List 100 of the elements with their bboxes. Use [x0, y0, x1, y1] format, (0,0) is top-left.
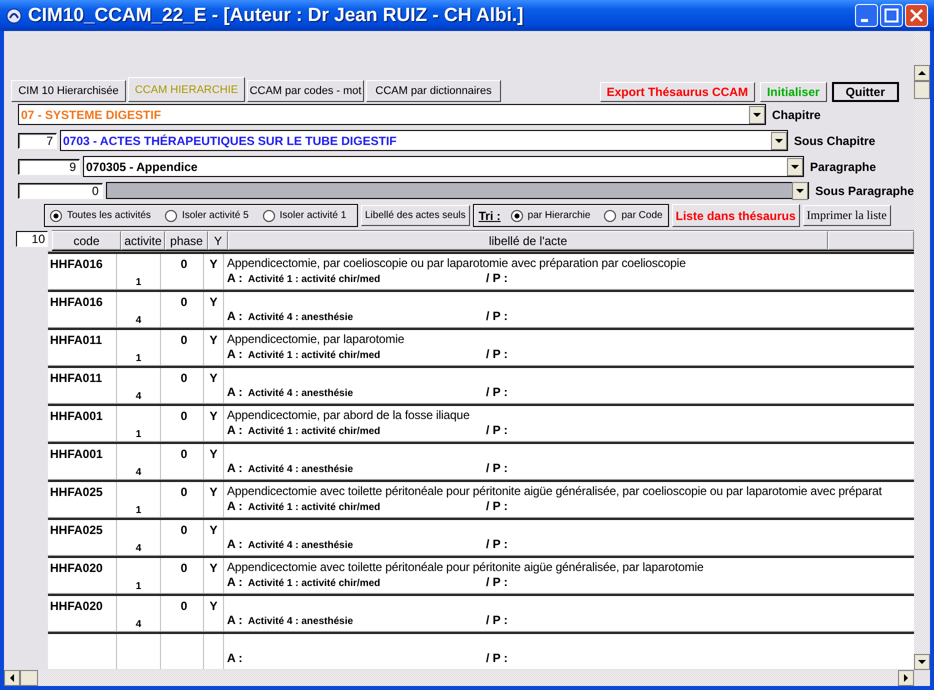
- dropdown[interactable]: 0703 - ACTES THÉRAPEUTIQUES SUR LE TUBE DIGESTIF: [60, 130, 788, 151]
- activity-description: Activité 4 : anesthésie: [248, 312, 354, 323]
- activity-prefix: A :: [227, 271, 244, 285]
- dropdown[interactable]: 070305 - Appendice: [83, 156, 804, 177]
- action-button[interactable]: Quitter: [832, 82, 899, 102]
- radio-icon[interactable]: [164, 210, 177, 222]
- column-header: Y: [208, 231, 228, 250]
- scroll-left-icon[interactable]: [4, 670, 20, 686]
- radio-button[interactable]: Isoler activité 5: [164, 210, 249, 222]
- scroll-down-icon[interactable]: [914, 654, 930, 670]
- code-cell: HHFA025: [50, 485, 103, 499]
- minimize-icon[interactable]: [855, 4, 878, 27]
- scroll-right-icon[interactable]: [898, 670, 914, 686]
- phase-cell: 0: [180, 409, 188, 423]
- radio-button[interactable]: par Hierarchie: [510, 210, 590, 222]
- print-button[interactable]: Imprimer la liste: [802, 205, 891, 226]
- field-label: Sous Chapitre: [794, 134, 876, 148]
- activity-description: Activité 1 : activité chir/med: [248, 350, 382, 361]
- radio-icon[interactable]: [604, 210, 616, 222]
- activity-description: Activité 1 : activité chir/med: [248, 426, 382, 437]
- code-cell: HHFA025: [50, 523, 103, 537]
- field-label: Sous Paragraphe: [815, 184, 914, 198]
- tab[interactable]: CIM 10 Hierarchisée: [11, 80, 126, 102]
- y-cell: Y: [209, 485, 218, 499]
- radio-icon[interactable]: [262, 210, 275, 222]
- act-label: Appendicectomie avec toilette péritonéale pour péritonite aigüe généralisée, par laparotomie: [227, 560, 704, 574]
- activity-cell: 1: [136, 429, 142, 440]
- act-label: Appendicectomie, par coelioscopie ou par laparotomie avec préparation par coelioscopie: [227, 256, 686, 270]
- activity-prefix: A :: [227, 423, 244, 437]
- activity-description: Activité 1 : activité chir/med: [248, 502, 382, 513]
- activity-prefix: A :: [227, 461, 244, 475]
- activity-description: Activité 4 : anesthésie: [248, 464, 354, 475]
- sort-label: Tri :: [478, 208, 501, 222]
- activity-prefix: A :: [227, 575, 244, 589]
- activity-prefix: A :: [227, 385, 244, 399]
- radio-icon[interactable]: [510, 210, 523, 222]
- labels-button[interactable]: Libellé des actes seuls: [361, 205, 470, 226]
- tab[interactable]: CCAM par codes - mot: [247, 80, 364, 102]
- phase-cell: 0: [180, 295, 188, 309]
- count-field[interactable]: 10: [16, 231, 48, 247]
- number-field[interactable]: 9: [18, 158, 80, 174]
- code-cell: HHFA020: [50, 599, 103, 613]
- code-cell: HHFA011: [50, 333, 102, 347]
- phase-prefix: / P :: [486, 575, 508, 589]
- activity-prefix: A :: [227, 537, 244, 551]
- y-cell: Y: [209, 447, 218, 461]
- phase-prefix: / P :: [486, 309, 508, 323]
- scroll-thumb-icon[interactable]: [914, 81, 930, 99]
- activity-cell: 1: [136, 505, 142, 516]
- scroll-thumb-icon[interactable]: [20, 670, 38, 686]
- app-icon: [6, 8, 22, 24]
- y-cell: Y: [209, 409, 218, 423]
- activity-prefix: A :: [227, 613, 244, 627]
- phase-cell: 0: [180, 523, 188, 537]
- close-icon[interactable]: [905, 4, 928, 27]
- y-cell: Y: [209, 599, 218, 613]
- maximize-icon[interactable]: [880, 4, 903, 27]
- act-label: Appendicectomie avec toilette péritonéale pour péritonite aigüe généralisée, par coelioscopie ou par laparotomie avec préparat: [227, 484, 882, 498]
- column-header: libellé de l'acte: [228, 231, 828, 250]
- scroll-up-icon[interactable]: [914, 65, 930, 81]
- activity-cell: 4: [136, 543, 142, 554]
- vertical-scrollbar[interactable]: [914, 31, 930, 670]
- activity-cell: 4: [136, 467, 142, 478]
- phase-prefix: / P :: [486, 385, 508, 399]
- number-field[interactable]: 7: [18, 132, 57, 148]
- phase-cell: 0: [180, 333, 188, 347]
- y-cell: Y: [209, 295, 218, 309]
- code-cell: HHFA001: [50, 409, 103, 423]
- phase-cell: 0: [180, 257, 188, 271]
- code-cell: HHFA011: [50, 371, 102, 385]
- tab[interactable]: CCAM par dictionnaires: [366, 80, 501, 102]
- horizontal-scrollbar[interactable]: [4, 670, 914, 686]
- activity-cell: 4: [136, 391, 142, 402]
- phase-prefix: / P :: [486, 537, 508, 551]
- activity-description: Activité 1 : activité chir/med: [248, 274, 382, 285]
- y-cell: Y: [209, 257, 218, 271]
- phase-prefix: / P :: [486, 423, 508, 437]
- activity-cell: 1: [136, 277, 142, 288]
- radio-button[interactable]: par Code: [604, 210, 663, 222]
- window-title: CIM10_CCAM_22_E - [Auteur : Dr Jean RUIZ - CH Albi.]: [28, 4, 524, 26]
- y-cell: Y: [209, 561, 218, 575]
- y-cell: Y: [209, 371, 218, 385]
- phase-cell: 0: [180, 599, 188, 613]
- code-cell: HHFA001: [50, 447, 103, 461]
- phase-prefix: / P :: [486, 461, 508, 475]
- activity-description: Activité 4 : anesthésie: [248, 616, 354, 627]
- radio-button[interactable]: Toutes les activités: [50, 210, 151, 222]
- phase-cell: 0: [180, 447, 188, 461]
- activity-cell: 4: [136, 315, 142, 326]
- phase-cell: 0: [180, 371, 188, 385]
- radio-button[interactable]: Isoler activité 1: [262, 210, 346, 222]
- code-cell: HHFA016: [50, 295, 103, 309]
- column-header: phase: [165, 231, 208, 250]
- radio-icon[interactable]: [50, 210, 62, 222]
- phase-cell: 0: [180, 561, 188, 575]
- activity-cell: 4: [136, 619, 142, 630]
- activity-prefix: A :: [227, 347, 244, 361]
- phase-cell: 0: [180, 485, 188, 499]
- column-header: activite: [121, 231, 165, 250]
- phase-prefix: / P :: [486, 651, 508, 665]
